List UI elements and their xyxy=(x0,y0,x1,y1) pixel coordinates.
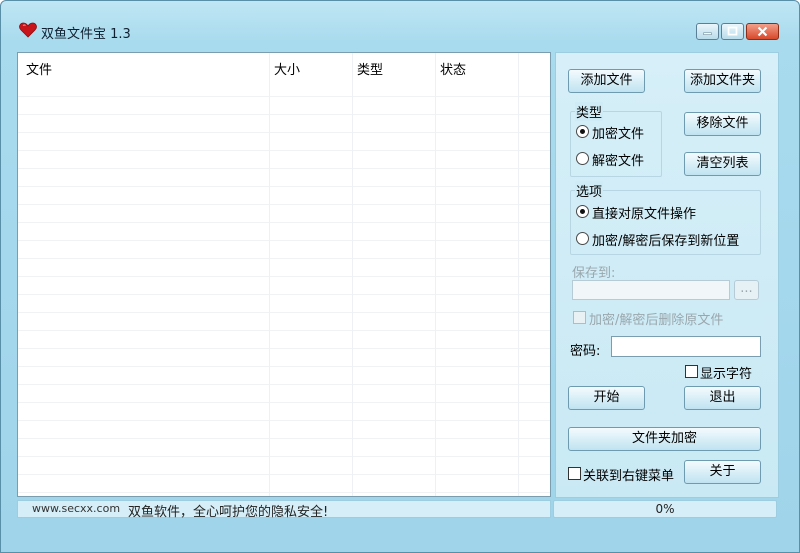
status-bar: www.secxx.com 双鱼软件，全心呵护您的隐私安全! xyxy=(17,500,551,520)
maximize-icon xyxy=(727,26,738,36)
file-list-header: 文件 大小 类型 状态 xyxy=(18,53,550,79)
window-title: 双鱼文件宝 1.3 xyxy=(41,27,131,42)
column-divider xyxy=(269,53,270,496)
direct-operate-radio[interactable] xyxy=(576,205,589,218)
heart-icon xyxy=(19,22,37,38)
minimize-button[interactable] xyxy=(696,23,719,40)
password-label: 密码: xyxy=(570,344,601,359)
progress-bar: 0% xyxy=(553,500,777,518)
save-new-location-radio[interactable] xyxy=(576,232,589,245)
close-button[interactable] xyxy=(746,23,779,40)
delete-original-label[interactable]: 加密/解密后删除原文件 xyxy=(589,309,723,328)
associate-context-menu-label[interactable]: 关联到右键菜单 xyxy=(583,465,674,484)
status-website: www.secxx.com xyxy=(32,502,121,515)
type-group-label: 类型 xyxy=(575,102,604,121)
password-input[interactable] xyxy=(611,336,761,357)
app-window: 双鱼文件宝 1.3 文件 大小 类型 状态 添加文件 添加文件夹 类型 加密文件… xyxy=(0,0,800,553)
minimize-icon xyxy=(703,32,712,35)
column-divider xyxy=(435,53,436,496)
column-divider xyxy=(352,53,353,496)
decrypt-radio[interactable] xyxy=(576,152,589,165)
save-to-label: 保存到: xyxy=(572,266,616,281)
show-chars-checkbox[interactable] xyxy=(685,365,698,378)
title-bar[interactable]: 双鱼文件宝 1.3 xyxy=(1,1,799,45)
delete-original-checkbox[interactable] xyxy=(573,311,586,324)
column-header-type[interactable]: 类型 xyxy=(357,59,383,78)
options-group-label: 选项 xyxy=(575,181,604,200)
close-icon xyxy=(757,26,768,37)
column-header-size[interactable]: 大小 xyxy=(274,59,300,78)
clear-list-button[interactable]: 清空列表 xyxy=(684,152,761,176)
exit-button[interactable]: 退出 xyxy=(684,386,761,410)
add-folder-button[interactable]: 添加文件夹 xyxy=(684,69,761,93)
progress-text: 0% xyxy=(655,502,675,516)
about-button[interactable]: 关于 xyxy=(684,460,761,484)
start-button[interactable]: 开始 xyxy=(568,386,645,410)
encrypt-radio[interactable] xyxy=(576,125,589,138)
folder-encrypt-button[interactable]: 文件夹加密 xyxy=(568,427,761,451)
column-header-status[interactable]: 状态 xyxy=(440,59,466,78)
encrypt-radio-label[interactable]: 加密文件 xyxy=(592,123,644,142)
file-list-rows[interactable] xyxy=(18,79,550,496)
add-file-button[interactable]: 添加文件 xyxy=(568,69,645,93)
direct-operate-label[interactable]: 直接对原文件操作 xyxy=(592,203,696,222)
maximize-button[interactable] xyxy=(721,23,744,40)
column-divider xyxy=(518,53,519,496)
save-new-location-label[interactable]: 加密/解密后保存到新位置 xyxy=(592,230,739,249)
browse-button[interactable]: ... xyxy=(734,280,759,300)
save-to-input[interactable] xyxy=(572,280,730,300)
file-list[interactable]: 文件 大小 类型 状态 xyxy=(17,52,551,497)
status-slogan: 双鱼软件，全心呵护您的隐私安全! xyxy=(128,505,329,520)
decrypt-radio-label[interactable]: 解密文件 xyxy=(592,150,644,169)
remove-file-button[interactable]: 移除文件 xyxy=(684,112,761,136)
associate-context-menu-checkbox[interactable] xyxy=(568,467,581,480)
column-header-file[interactable]: 文件 xyxy=(26,59,52,78)
show-chars-label[interactable]: 显示字符 xyxy=(700,363,752,382)
